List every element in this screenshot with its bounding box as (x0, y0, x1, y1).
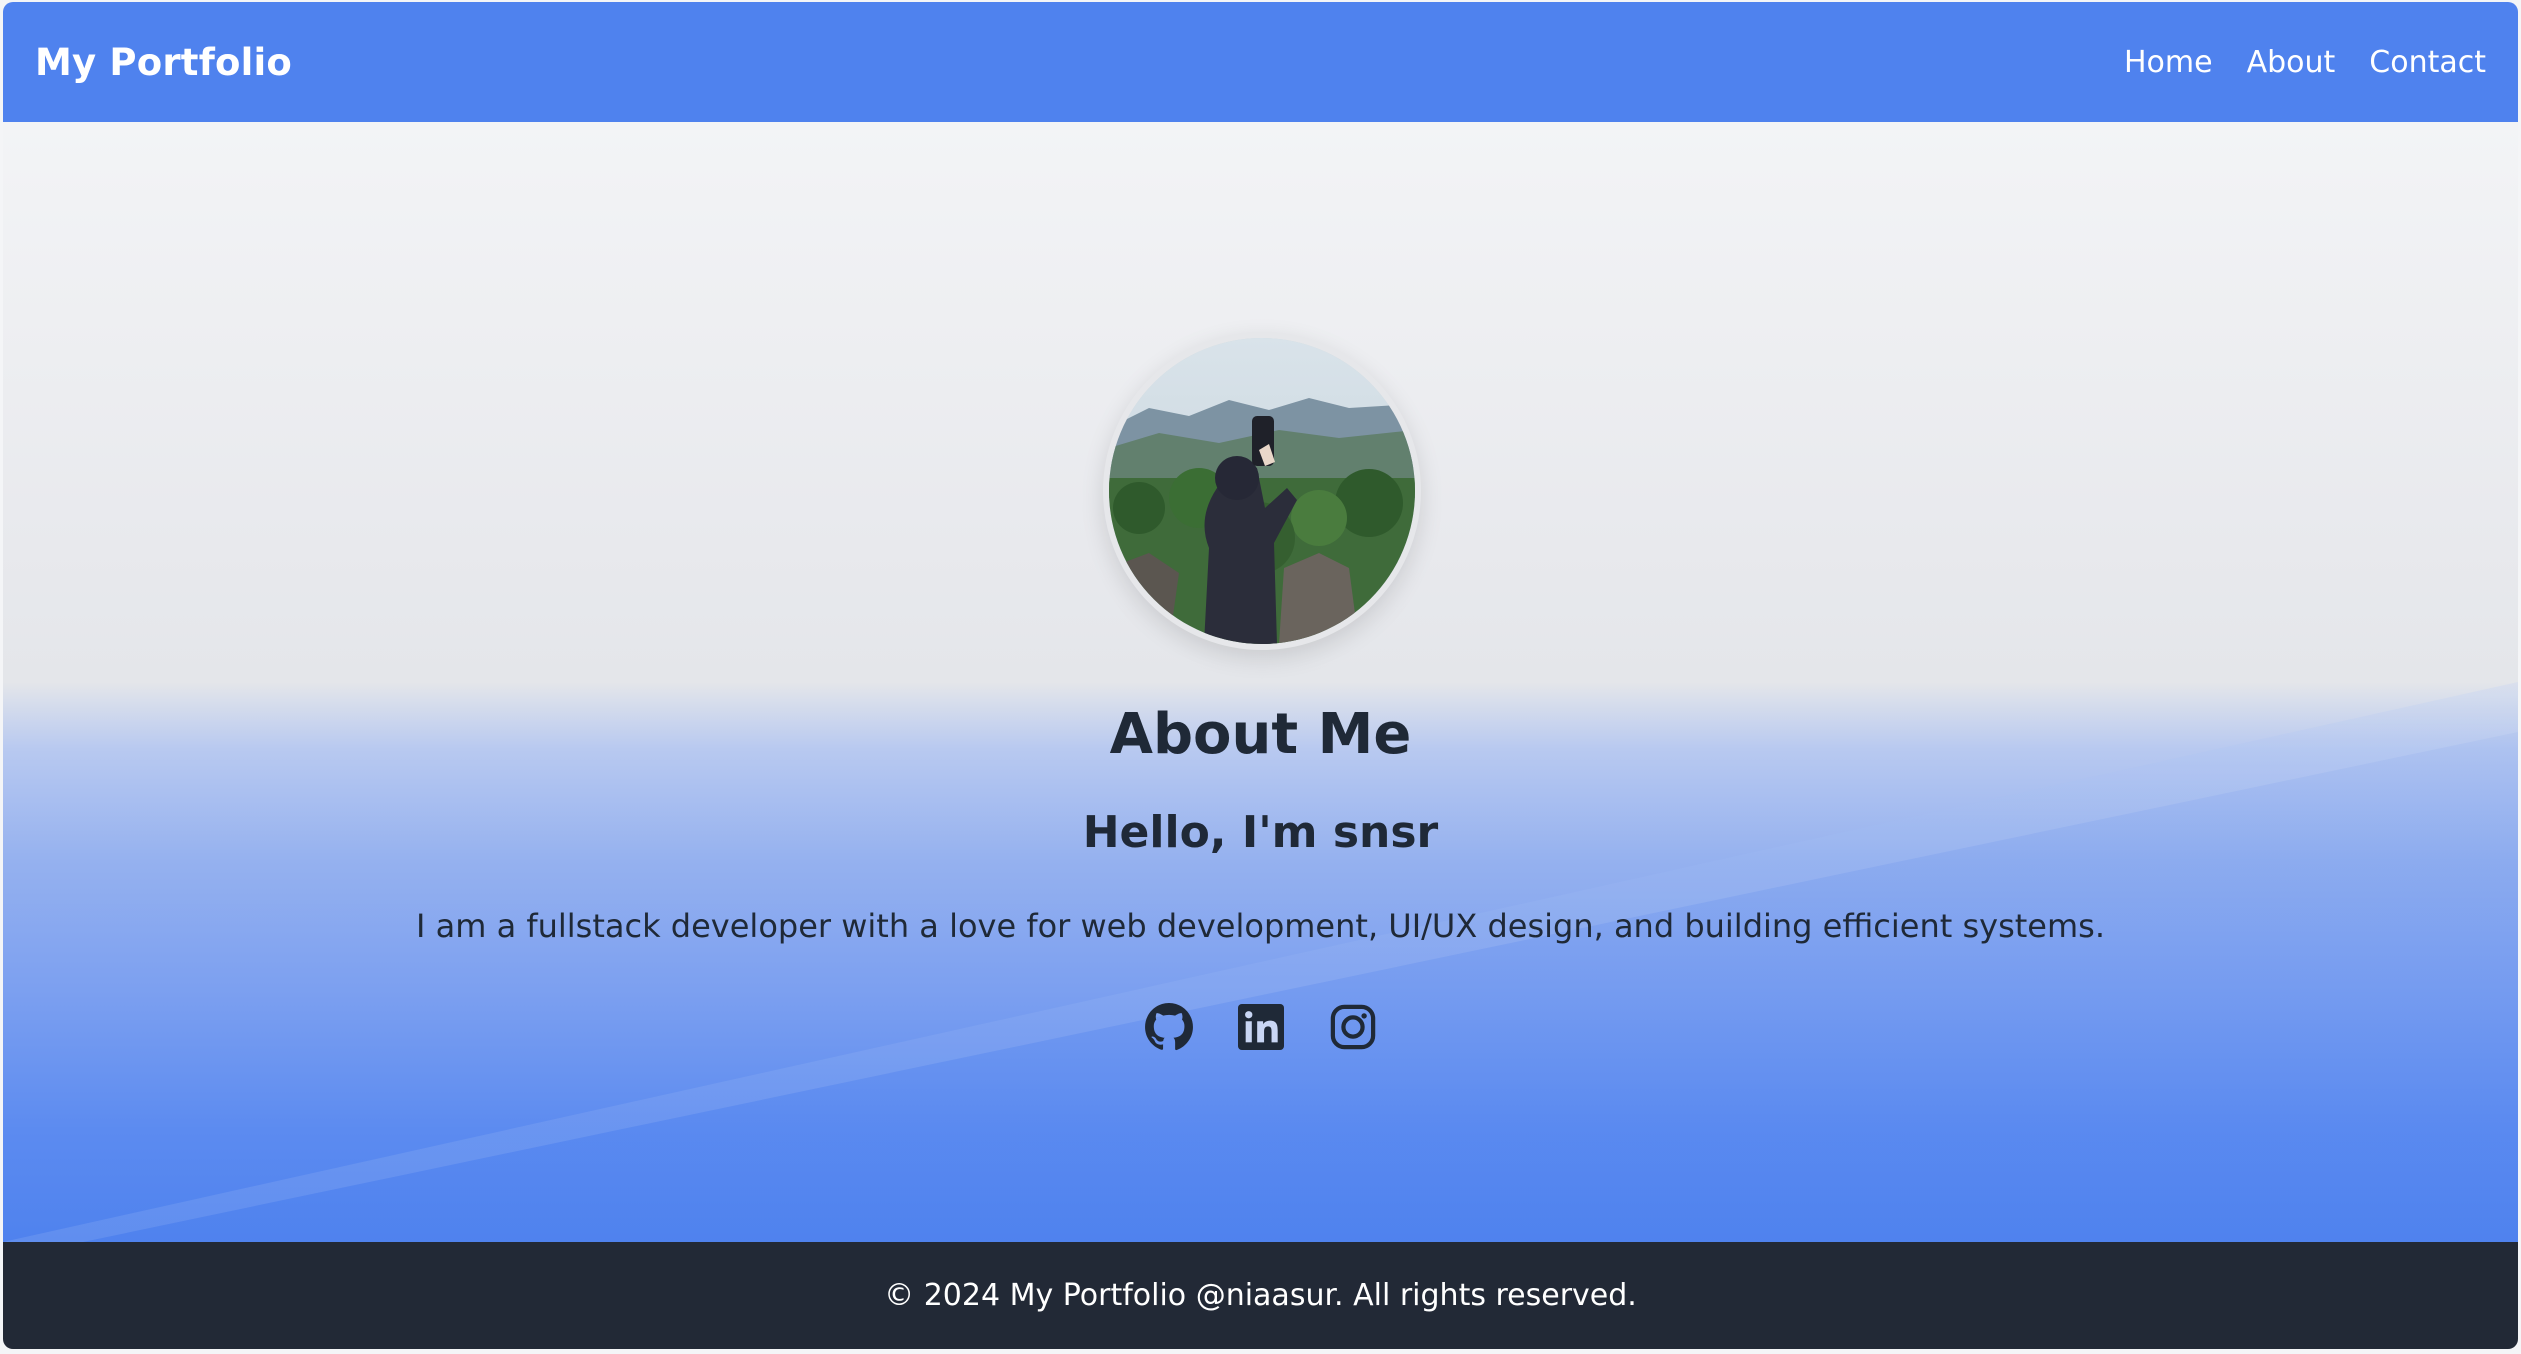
hero-diagonal-shape (3, 682, 2518, 1242)
nav-links: Home About Contact (2124, 45, 2486, 80)
greeting-heading: Hello, I'm snsr (1082, 807, 1439, 858)
bio-text: I am a fullstack developer with a love f… (416, 907, 2105, 945)
github-icon (1144, 1003, 1193, 1051)
footer-copyright: © 2024 My Portfolio @niaasur. All rights… (884, 1278, 1637, 1313)
social-links (3, 1002, 2518, 1052)
linkedin-link[interactable] (1236, 1002, 1286, 1052)
hero-section: About Me Hello, I'm snsr I am a fullstac… (3, 122, 2518, 1242)
navbar: My Portfolio Home About Contact (3, 2, 2518, 122)
about-title: About Me (1109, 702, 1412, 767)
linkedin-icon (1237, 1004, 1284, 1050)
instagram-link[interactable] (1328, 1002, 1378, 1052)
profile-avatar (1103, 332, 1421, 650)
footer: © 2024 My Portfolio @niaasur. All rights… (3, 1242, 2518, 1349)
nav-link-about[interactable]: About (2247, 45, 2336, 80)
page-frame: My Portfolio Home About Contact About Me… (3, 2, 2518, 1349)
github-link[interactable] (1144, 1002, 1194, 1052)
nav-link-home[interactable]: Home (2124, 45, 2213, 80)
nav-link-contact[interactable]: Contact (2369, 45, 2486, 80)
brand-logo[interactable]: My Portfolio (35, 41, 292, 84)
profile-photo (1109, 338, 1415, 644)
instagram-icon (1330, 1004, 1375, 1050)
